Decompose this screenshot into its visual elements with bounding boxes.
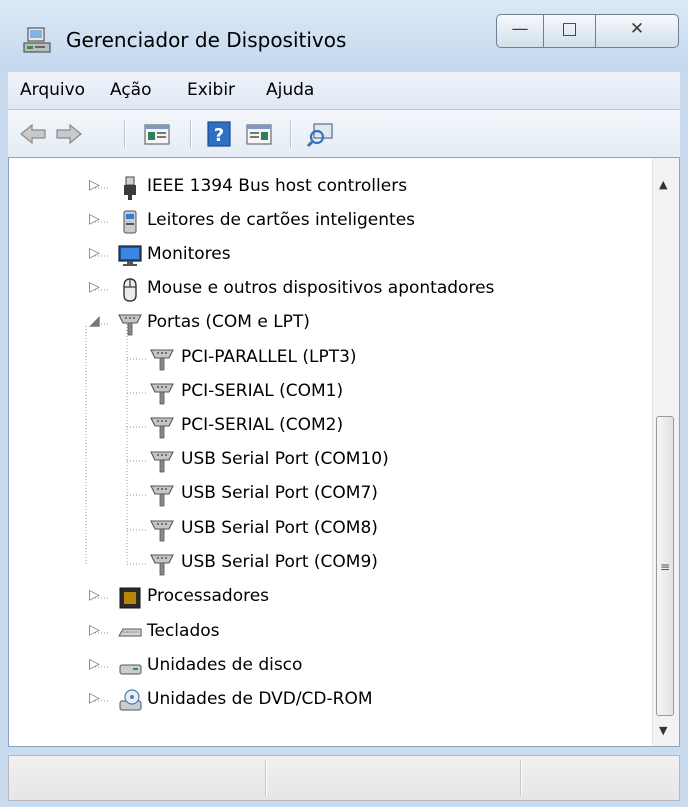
minimize-icon: — (511, 19, 529, 39)
close-icon: ✕ (629, 19, 645, 39)
menu-arquivo[interactable]: Arquivo (20, 80, 85, 100)
port-icon (150, 383, 174, 405)
scroll-thumb[interactable]: ≡ (656, 416, 674, 716)
forward-arrow-icon[interactable] (54, 120, 84, 148)
tree-node-label: Teclados (147, 621, 220, 641)
port-icon (118, 314, 142, 336)
expand-arrow-icon[interactable]: ▷ (89, 211, 100, 227)
mouse-icon (123, 278, 137, 302)
expand-arrow-icon[interactable]: ▷ (89, 245, 100, 261)
menu-ajuda[interactable]: Ajuda (266, 80, 314, 100)
collapse-arrow-icon[interactable]: ◢ (89, 313, 100, 329)
status-divider (265, 760, 267, 796)
toolbar-separator (124, 120, 126, 148)
close-button[interactable]: ✕ (595, 14, 679, 48)
tree-node-label: PCI-SERIAL (COM2) (181, 415, 344, 435)
window-title: Gerenciador de Dispositivos (66, 28, 347, 52)
device-tree: ▷ IEEE 1394 Bus host controllers ▷ Leito… (8, 157, 680, 747)
properties-icon[interactable] (142, 120, 172, 148)
expand-arrow-icon[interactable]: ▷ (89, 690, 100, 706)
scroll-down-icon[interactable]: ▼ (659, 724, 667, 737)
port-icon (150, 485, 174, 507)
menu-bar: Arquivo Ação Exibir Ajuda (8, 72, 680, 110)
scroll-up-icon[interactable]: ▲ (659, 178, 667, 191)
tree-node-label: PCI-SERIAL (COM1) (181, 381, 344, 401)
tree-node-label: Mouse e outros dispositivos apontadores (147, 278, 495, 298)
port-icon (150, 417, 174, 439)
back-arrow-icon[interactable] (18, 120, 48, 148)
update-driver-icon[interactable] (244, 120, 274, 148)
port-icon (150, 451, 174, 473)
vertical-scrollbar[interactable]: ▲ ≡ ▼ (652, 158, 679, 746)
processor-icon (119, 587, 141, 609)
disk-drive-icon (119, 664, 142, 675)
svg-text:?: ? (214, 125, 224, 146)
expand-arrow-icon[interactable]: ▷ (89, 656, 100, 672)
tree-node-label: PCI-PARALLEL (LPT3) (181, 347, 357, 367)
device-manager-window: Gerenciador de Dispositivos — □ ✕ Arquiv… (0, 0, 688, 807)
tree-node-label: USB Serial Port (COM10) (181, 449, 389, 469)
menu-acao[interactable]: Ação (110, 80, 152, 100)
toolbar: ? (8, 110, 680, 157)
firewire-icon (124, 176, 136, 200)
tree-node-label: USB Serial Port (COM8) (181, 518, 378, 538)
tree-node-label: Processadores (147, 586, 270, 606)
maximize-button[interactable]: □ (543, 14, 596, 48)
port-icon (150, 520, 174, 542)
status-bar (8, 755, 680, 801)
expand-arrow-icon[interactable]: ▷ (89, 622, 100, 638)
port-icon (150, 554, 174, 576)
tree-node-label: IEEE 1394 Bus host controllers (147, 176, 408, 196)
scroll-grip-icon: ≡ (660, 560, 671, 574)
toolbar-separator (290, 120, 292, 148)
scan-hardware-icon[interactable] (306, 120, 336, 148)
keyboard-icon (118, 628, 142, 637)
device-manager-icon (23, 27, 51, 53)
status-divider (520, 760, 522, 796)
menu-exibir[interactable]: Exibir (187, 80, 235, 100)
tree-node-label: USB Serial Port (COM7) (181, 483, 378, 503)
tree-node-label: Unidades de DVD/CD-ROM (147, 689, 373, 709)
minimize-button[interactable]: — (496, 14, 544, 48)
tree-node-label: Leitores de cartões inteligentes (147, 210, 416, 230)
expand-arrow-icon[interactable]: ▷ (89, 177, 100, 193)
toolbar-separator (190, 120, 192, 148)
tree-node-label: Monitores (147, 244, 231, 264)
expand-arrow-icon[interactable]: ▷ (89, 587, 100, 603)
maximize-icon: □ (561, 19, 578, 39)
monitor-icon (118, 245, 142, 266)
dvd-drive-icon (119, 689, 142, 711)
help-icon[interactable]: ? (206, 120, 232, 148)
title-bar[interactable]: Gerenciador de Dispositivos — □ ✕ (0, 0, 688, 72)
tree-node-label: USB Serial Port (COM9) (181, 552, 378, 572)
port-icon (150, 349, 174, 371)
tree-node-label: Unidades de disco (147, 655, 303, 675)
tree-node-label: Portas (COM e LPT) (147, 312, 310, 332)
expand-arrow-icon[interactable]: ▷ (89, 279, 100, 295)
smartcard-reader-icon (123, 210, 137, 234)
